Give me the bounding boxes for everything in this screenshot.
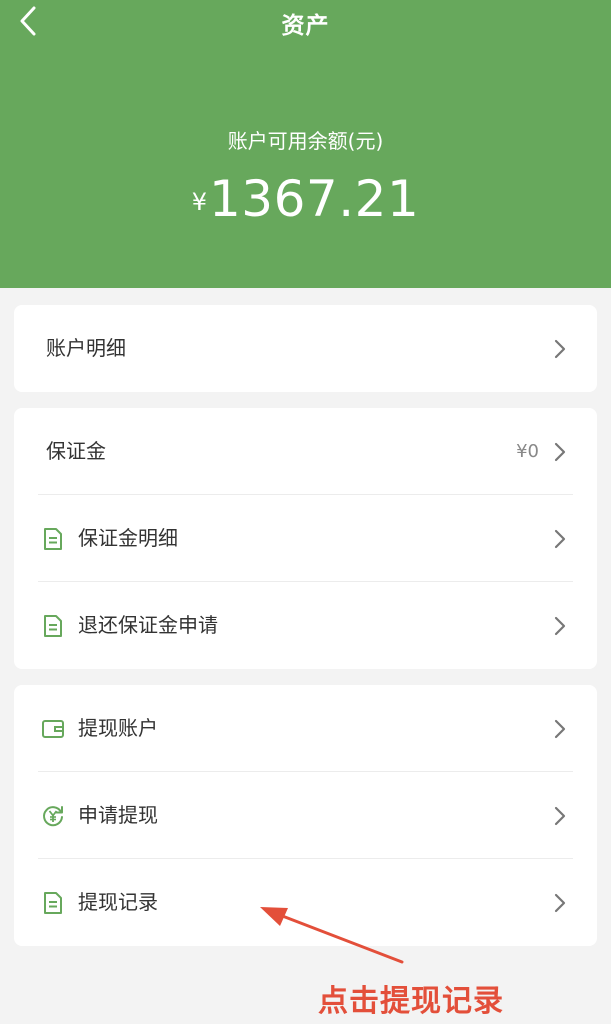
- apply-withdraw-row[interactable]: 申请提现: [14, 772, 597, 859]
- balance-amount: ¥1367.21: [0, 170, 611, 228]
- deposit-detail-row[interactable]: 保证金明细: [14, 495, 597, 582]
- deposit-detail-label: 保证金明细: [78, 526, 178, 550]
- balance-label: 账户可用余额(元): [227, 129, 384, 153]
- withdraw-record-label: 提现记录: [78, 890, 158, 914]
- deposit-refund-label: 退还保证金申请: [78, 613, 218, 637]
- document-icon: [44, 615, 62, 637]
- deposit-row[interactable]: 保证金 ¥0: [14, 408, 597, 495]
- withdraw-account-row[interactable]: 提现账户: [14, 685, 597, 772]
- apply-withdraw-label: 申请提现: [78, 803, 158, 827]
- account-detail-label: 账户明细: [46, 336, 126, 360]
- chevron-right-icon: [554, 442, 566, 462]
- chevron-right-icon: [554, 893, 566, 913]
- account-detail-card: 账户明细: [14, 305, 597, 392]
- chevron-right-icon: [554, 719, 566, 739]
- chevron-right-icon: [554, 806, 566, 826]
- wallet-icon: [42, 720, 64, 738]
- chevron-right-icon: [554, 616, 566, 636]
- yen-refresh-icon: [43, 806, 63, 827]
- withdraw-account-label: 提现账户: [78, 716, 158, 740]
- chevron-right-icon: [554, 529, 566, 549]
- annotation-arrow-icon: [260, 907, 404, 964]
- deposit-label: 保证金: [46, 439, 106, 463]
- account-detail-row[interactable]: 账户明细: [14, 305, 597, 392]
- document-icon: [44, 528, 62, 550]
- deposit-value: ¥0: [516, 441, 539, 462]
- asset-header: 资产 账户可用余额(元) ¥1367.21: [0, 0, 611, 288]
- chevron-right-icon: [554, 339, 566, 359]
- annotation-text: 点击提现记录: [318, 984, 504, 1019]
- balance-value: 1367.21: [209, 170, 420, 228]
- document-icon: [44, 892, 62, 914]
- deposit-card: 保证金 ¥0 保证金明细 退还保证金申请: [14, 408, 597, 669]
- page-title: 资产: [281, 13, 330, 39]
- deposit-refund-row[interactable]: 退还保证金申请: [14, 582, 597, 669]
- currency-symbol: ¥: [191, 188, 207, 216]
